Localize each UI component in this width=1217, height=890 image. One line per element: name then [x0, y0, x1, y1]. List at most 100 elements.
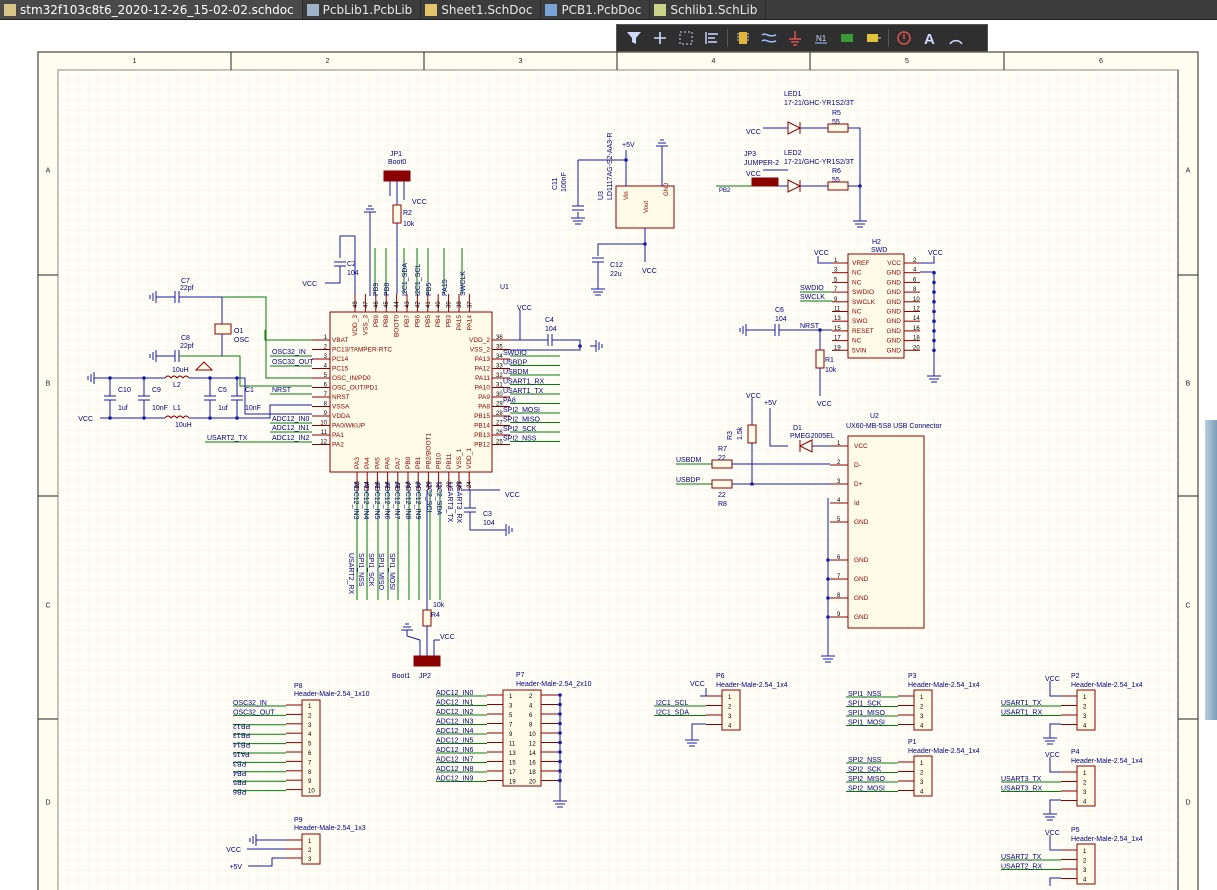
harness-icon[interactable]: [860, 27, 886, 49]
power-port-vcc: VCC: [814, 250, 829, 257]
port-icon[interactable]: [834, 27, 860, 49]
tab-0[interactable]: stm32f103c8t6_2020-12-26_15-02-02.schdoc: [0, 0, 303, 19]
connector-ref: P1: [908, 739, 917, 746]
net-label: SPI2_MOSI: [848, 786, 885, 793]
label-r8: R8: [718, 501, 727, 508]
add-icon[interactable]: [647, 27, 673, 49]
net-label: USART1_RX: [503, 379, 544, 386]
pin-number: 10: [308, 789, 315, 795]
net-label: I2C1_SCL: [656, 700, 688, 707]
tab-3[interactable]: PCB1.PcbDoc: [541, 0, 651, 19]
label-o1: O1: [234, 328, 243, 335]
select-rect-icon[interactable]: [673, 27, 699, 49]
pin-name: PB7: [404, 315, 411, 328]
pin-number: 13: [834, 316, 841, 322]
label-c5_val: 1uf: [218, 405, 228, 412]
pin-number: 14: [913, 316, 920, 322]
pin-name: PC15: [332, 366, 349, 373]
pin-name: NRST: [332, 394, 350, 401]
label-c10: C10: [118, 387, 131, 394]
label-c7: C7: [181, 278, 190, 285]
no-erc-icon[interactable]: [891, 27, 917, 49]
pin-name: VCC: [854, 443, 868, 450]
pin-number: 12: [913, 307, 920, 313]
jumper-jp2: [413, 655, 441, 667]
connector-ref: P3: [908, 673, 917, 680]
component-icon[interactable]: [730, 27, 756, 49]
junction-dot: [235, 416, 239, 420]
net-label: PB3: [233, 759, 246, 766]
label-r8_val: 22: [718, 492, 726, 499]
background-window-edge: [1205, 420, 1217, 720]
label-c9_val: 10nF: [152, 405, 168, 412]
pin-name: NC: [852, 309, 862, 316]
pin-name: PA10: [475, 385, 491, 392]
schematic-sheet[interactable]: 1 2 3 4 5 6A AB BC CD DU11 VBAT2 PC13/TAMPER-RTC3 PC…: [0, 20, 1217, 890]
net-label: SPI1_SCK: [848, 701, 882, 708]
pin-name: VSS_2: [470, 347, 491, 354]
label-c12_val: 22u: [610, 271, 622, 278]
net-label: OSC32_IN: [272, 349, 306, 356]
net-label: I2C1_SCL: [415, 264, 422, 296]
net-label-icon[interactable]: N1: [808, 27, 834, 49]
pin-number: 37: [467, 301, 473, 308]
label-pb2: PB2: [719, 188, 731, 194]
filter-icon[interactable]: [621, 27, 647, 49]
net-label: ADC12_IN0: [272, 416, 309, 423]
align-icon[interactable]: [699, 27, 725, 49]
power-port-vcc: VCC: [746, 393, 761, 400]
label-c7_val: 22pf: [180, 285, 194, 292]
schematic-canvas[interactable]: 1 2 3 4 5 6 A A B B C C D D U1 1 VBAT 2 PC13/TAMPER-RTC 3 PC…: [0, 20, 1217, 890]
label-swdio: SWDIO: [800, 285, 824, 292]
pin-number: 11: [509, 742, 516, 748]
power-port-vcc: VCC: [928, 250, 943, 257]
wire-icon[interactable]: [756, 27, 782, 49]
zone-col-label: 2: [326, 58, 330, 65]
pin-name: PA0/WKUP: [332, 423, 365, 430]
pin-name: VDDA: [332, 413, 351, 420]
ground-icon[interactable]: [782, 27, 808, 49]
pin-name: PB14: [474, 423, 490, 430]
label-c1: C1: [245, 387, 254, 394]
net-label: SWCLK: [460, 271, 467, 296]
label-c12: C12: [610, 262, 623, 269]
label-u3: U3: [598, 191, 605, 200]
label-led1_val: 17-21/GHC-YR1S2/3T: [784, 100, 855, 107]
pin-number: 43: [405, 301, 411, 308]
net-label: USART2_TX: [207, 435, 248, 442]
mcu-u1-ref: U1: [500, 284, 509, 291]
pin-name: PA6: [385, 457, 392, 469]
net-label: ADC12_IN2: [272, 435, 309, 442]
pin-name: PA13: [475, 356, 491, 363]
pin-number: 42: [415, 301, 421, 308]
pin-number: 47: [363, 301, 369, 308]
schlib-icon: [654, 3, 667, 16]
net-label: USART2_TX: [1001, 854, 1042, 861]
tab-label: PcbLib1.PcbLib: [322, 2, 413, 17]
pin-name: D-: [854, 462, 861, 469]
pin-name: VDD_3: [352, 315, 359, 336]
tab-label: Sheet1.SchDoc: [441, 2, 533, 17]
connector-ref: P9: [294, 817, 303, 824]
tab-2[interactable]: Sheet1.SchDoc: [421, 0, 542, 19]
net-label: PB14: [233, 741, 250, 748]
arc-icon[interactable]: [943, 27, 969, 49]
connector-value: Header-Male-2.54_1x10: [294, 691, 370, 698]
zone-row-label: B: [1186, 381, 1191, 388]
tab-4[interactable]: Schlib1.SchLib: [650, 0, 767, 19]
power-port-vcc: VCC: [746, 171, 761, 178]
pin-name: NC: [852, 270, 862, 277]
pin-name: PA5: [374, 457, 381, 469]
label-u2: U2: [870, 413, 879, 420]
net-label: ADC12_IN0: [436, 690, 473, 697]
net-label: SPI1_MOSI: [388, 553, 395, 590]
pin-number: 18: [913, 336, 920, 342]
net-label: ADC12_IN6: [436, 747, 473, 754]
net-label: PA15: [442, 279, 449, 296]
pin-name: GND: [854, 557, 869, 564]
label-r4_val: 10k: [433, 602, 445, 609]
text-icon[interactable]: A: [917, 27, 943, 49]
tab-1[interactable]: PcbLib1.PcbLib: [303, 0, 422, 19]
net-label: PA15: [233, 750, 250, 757]
label-vin: Vin: [624, 191, 630, 200]
